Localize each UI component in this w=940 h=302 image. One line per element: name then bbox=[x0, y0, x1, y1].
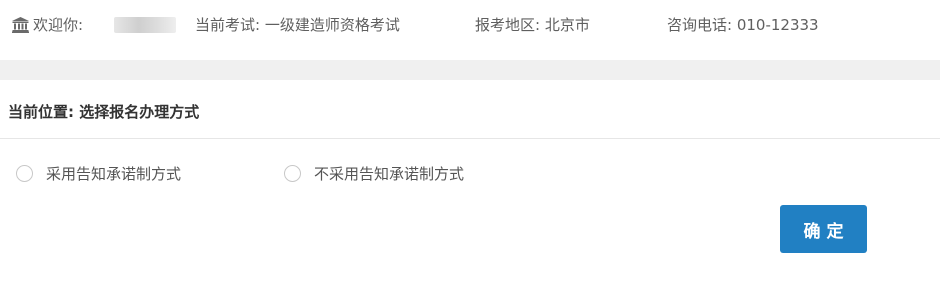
username-redacted bbox=[114, 17, 176, 33]
breadcrumb: 当前位置: 选择报名办理方式 bbox=[8, 103, 200, 121]
exam-region-label: 报考地区: 北京市 bbox=[475, 16, 590, 34]
consult-phone-label: 咨询电话: 010-12333 bbox=[667, 16, 819, 34]
option-no-commitment[interactable]: 不采用告知承诺制方式 bbox=[284, 161, 464, 185]
separator-band bbox=[0, 60, 940, 80]
option-commitment[interactable]: 采用告知承诺制方式 bbox=[16, 161, 181, 185]
radio-button[interactable] bbox=[16, 164, 33, 182]
option-label: 不采用告知承诺制方式 bbox=[314, 164, 465, 183]
top-info-bar: 欢迎你: 当前考试: 一级建造师资格考试 报考地区: 北京市 咨询电话: 010… bbox=[0, 0, 940, 54]
welcome-label: 欢迎你: bbox=[33, 16, 84, 34]
bank-building-icon bbox=[12, 17, 29, 33]
confirm-button[interactable]: 确定 bbox=[780, 205, 867, 253]
option-label: 采用告知承诺制方式 bbox=[46, 164, 182, 183]
current-exam-label: 当前考试: 一级建造师资格考试 bbox=[195, 16, 400, 34]
radio-button[interactable] bbox=[284, 164, 301, 182]
divider bbox=[0, 138, 940, 139]
